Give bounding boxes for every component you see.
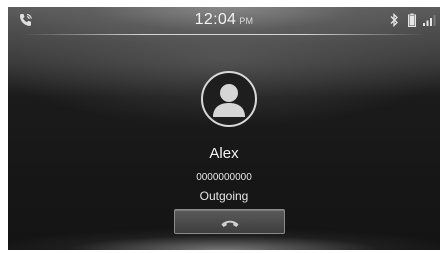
person-icon [213, 84, 245, 117]
signal-icon [422, 13, 436, 27]
contact-number: 0000000000 [196, 172, 252, 183]
battery-icon [408, 13, 416, 27]
clock-ampm: PM [239, 16, 254, 26]
status-divider [22, 34, 426, 35]
status-bar: 12:04 PM [8, 7, 440, 33]
contact-name: Alex [209, 145, 239, 162]
bluetooth-icon [389, 12, 399, 28]
call-status: Outgoing [199, 189, 249, 203]
clock: 12:04 PM [8, 11, 440, 29]
end-call-button[interactable] [174, 209, 285, 234]
hang-up-icon [220, 216, 240, 228]
clock-time: 12:04 [194, 11, 237, 28]
phone-call-screen: 12:04 PM Alex 0000000000 Outgoing [8, 7, 440, 250]
contact-avatar [201, 71, 257, 127]
